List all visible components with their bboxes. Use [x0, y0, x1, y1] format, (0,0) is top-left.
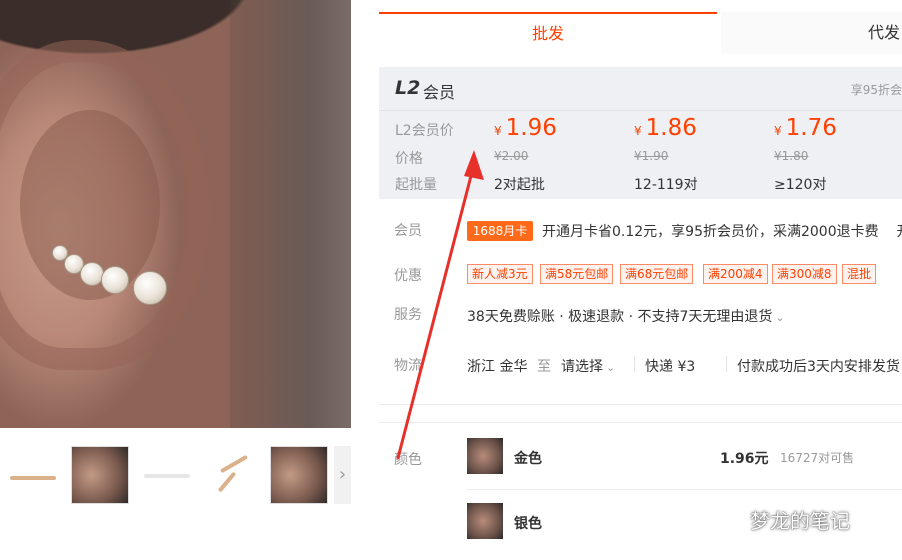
chevron-down-icon: ⌄: [775, 311, 785, 324]
ear-rim: [0, 40, 210, 370]
tier-1-qty: 2对起批: [494, 177, 545, 193]
member-price-label: L2会员价: [395, 123, 454, 139]
coupon-mixed-batch[interactable]: 混批: [842, 264, 877, 284]
price-label: 价格: [395, 151, 423, 167]
discount-note: 享95折会: [850, 83, 902, 97]
logistics-divider: [634, 356, 635, 372]
earring-stud-5: [133, 271, 167, 305]
member-label: 会员: [394, 223, 422, 239]
tier-2-price: ¥1.86: [634, 115, 697, 141]
sku-image-gold[interactable]: [467, 438, 503, 474]
thumbnail-next-arrow-icon[interactable]: ›: [334, 446, 351, 504]
tab-dropship[interactable]: 代发: [721, 12, 902, 54]
thumbnail-2[interactable]: [71, 446, 129, 504]
sku-image-silver[interactable]: [467, 503, 503, 539]
wechat-icon: [720, 513, 745, 531]
sku-name-silver: 银色: [514, 516, 542, 532]
thumbnail-3[interactable]: [138, 446, 196, 504]
thumbnail-4[interactable]: [205, 446, 263, 504]
main-product-image: [0, 0, 351, 428]
hair-shadow: [230, 0, 351, 428]
coupon-200-minus-4[interactable]: 满200减4: [703, 264, 768, 284]
tier-2-original-price: ¥1.90: [634, 149, 669, 163]
chevron-down-icon: ⌄: [606, 361, 616, 374]
section-divider: [379, 404, 902, 405]
logistics-divider: [726, 356, 727, 372]
color-label: 颜色: [394, 452, 422, 468]
sku-divider: [467, 489, 902, 490]
sku-stock-gold: 16727对可售: [780, 451, 855, 465]
discount-label: 优惠: [394, 268, 422, 284]
sku-name-gold: 金色: [514, 451, 542, 467]
tier-3-qty: ≥120对: [774, 177, 827, 193]
monthly-card-badge[interactable]: 1688月卡: [467, 221, 533, 241]
service-label: 服务: [394, 307, 422, 323]
tier-2-qty: 12-119对: [634, 177, 698, 193]
logistics-label: 物流: [394, 358, 422, 374]
tier-3-price: ¥1.76: [774, 115, 837, 141]
service-options[interactable]: 38天免费赊账 · 极速退款 · 不支持7天无理由退货 ⌄: [467, 306, 785, 326]
shipping-fee: 快递 ¥3: [645, 359, 696, 375]
coupon-free-ship-68[interactable]: 满68元包邮: [620, 264, 694, 284]
monthly-card-text[interactable]: 开通月卡省0.12元，享95折会员价，采满2000退卡费 开: [542, 221, 902, 241]
coupon-new-user[interactable]: 新人减3元: [467, 264, 533, 284]
watermark: 梦龙的笔记: [720, 505, 850, 534]
purchase-mode-tabs: 批发 代发: [379, 12, 902, 54]
ship-to-label: 至: [537, 359, 551, 375]
member-level: L2: [395, 77, 421, 99]
section-divider: [379, 422, 902, 423]
earring-stud-4: [101, 266, 129, 294]
thumbnail-strip: ›: [0, 440, 351, 510]
coupon-free-ship-58[interactable]: 满58元包邮: [540, 264, 614, 284]
price-panel: L2 会员 享95折会 L2会员价 价格 起批量 ¥1.96 ¥1.86 ¥1.…: [379, 67, 902, 199]
tab-wholesale[interactable]: 批发: [379, 12, 717, 54]
thumbnail-1[interactable]: [4, 446, 62, 504]
coupon-300-minus-8[interactable]: 满300减8: [772, 264, 837, 284]
sku-price-gold: 1.96元: [720, 451, 769, 467]
ship-time: 付款成功后3天内安排发货: [737, 359, 900, 375]
price-divider: [379, 110, 902, 111]
member-level-label: 会员: [423, 83, 456, 102]
destination-select[interactable]: 请选择 ⌄: [561, 356, 615, 376]
min-qty-label: 起批量: [395, 177, 437, 193]
thumbnail-5[interactable]: [270, 446, 328, 504]
ship-origin: 浙江 金华: [467, 359, 528, 375]
tier-3-original-price: ¥1.80: [774, 149, 809, 163]
tier-1-original-price: ¥2.00: [494, 149, 529, 163]
tier-1-price: ¥1.96: [494, 115, 557, 141]
